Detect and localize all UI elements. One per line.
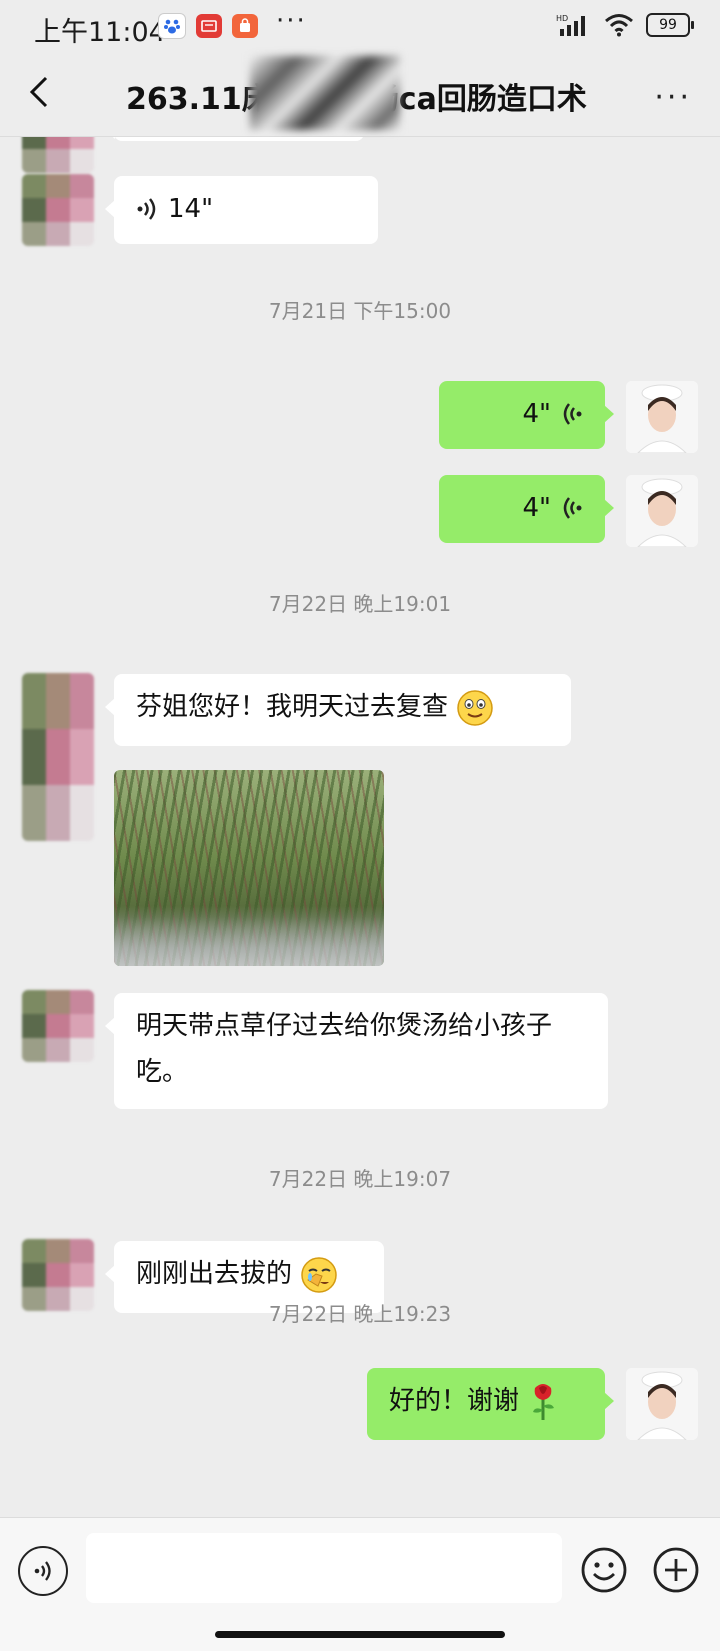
self-avatar[interactable] — [626, 1368, 698, 1440]
status-time: 上午11:04 — [34, 17, 166, 48]
status-indicators: HD 99 — [556, 13, 694, 37]
text-message[interactable]: 芬姐您好！我明天过去复查 — [105, 674, 571, 746]
avatar[interactable] — [22, 990, 94, 1062]
facepalm-emoji-icon — [301, 1256, 338, 1293]
voice-wave-icon — [137, 198, 156, 220]
battery-icon: 99 — [646, 13, 694, 37]
timestamp: 7月22日 晚上19:01 — [268, 592, 452, 616]
timestamp: 7月22日 晚上19:23 — [268, 1302, 452, 1326]
title-mosaic — [250, 56, 400, 130]
message-text: 刚刚出去拔的 — [136, 1259, 293, 1289]
plus-icon[interactable] — [652, 1546, 700, 1594]
message-text: 好的！谢谢 — [389, 1386, 520, 1416]
avatar[interactable] — [22, 137, 94, 173]
voice-duration: 14" — [168, 194, 214, 224]
timestamp: 7月21日 下午15:00 — [268, 299, 452, 323]
image-content — [114, 906, 384, 966]
wifi-icon — [605, 14, 633, 37]
baidu-icon — [158, 13, 186, 39]
emoji-icon[interactable] — [580, 1546, 628, 1594]
home-indicator[interactable] — [215, 1631, 505, 1638]
svg-text:HD: HD — [556, 14, 568, 23]
timestamp: 7月22日 晚上19:07 — [268, 1167, 452, 1191]
self-avatar[interactable] — [626, 475, 698, 547]
message-input[interactable] — [86, 1533, 562, 1603]
avatar[interactable] — [22, 174, 94, 246]
message-text: 芬姐您好！我明天过去复查 — [136, 692, 449, 722]
self-avatar[interactable] — [626, 381, 698, 453]
voice-message-self[interactable]: 4" — [439, 381, 614, 449]
text-message-self[interactable]: 好的！谢谢 — [367, 1368, 614, 1440]
shopping-app-icon — [232, 14, 258, 38]
voice-duration: 4" — [522, 493, 551, 523]
chat-header: 263.11床林 ██ 肠ca回肠造口术 ··· — [0, 50, 720, 137]
rose-emoji-icon — [533, 1383, 555, 1420]
status-bar: 上午11:04 ··· HD 99 — [0, 0, 720, 50]
message-text: 明天带点草仔过去给你煲汤给小孩子吃。 — [136, 1011, 553, 1087]
status-app-icons — [158, 13, 258, 39]
voice-message[interactable]: 14" — [105, 176, 378, 244]
status-more-dots: ··· — [276, 6, 307, 36]
voice-duration: 4" — [522, 399, 551, 429]
signal-icon: HD — [556, 14, 585, 36]
back-arrow-icon[interactable] — [22, 72, 62, 112]
voice-message-self[interactable]: 4" — [439, 475, 614, 543]
avatar[interactable] — [22, 673, 94, 841]
message-list[interactable]: 14" 7月21日 下午15:00 4" 4" 7月22日 晚上19:01 芬姐… — [0, 137, 720, 1517]
voice-wave-icon — [563, 497, 582, 519]
text-message[interactable]: 明天带点草仔过去给你煲汤给小孩子吃。 — [105, 993, 608, 1109]
smile-emoji-icon — [457, 689, 494, 726]
more-icon[interactable]: ··· — [654, 80, 692, 115]
image-message[interactable] — [114, 770, 384, 966]
news-app-icon — [196, 14, 222, 38]
voice-wave-icon — [563, 403, 582, 425]
voice-input-icon[interactable] — [18, 1546, 68, 1596]
message-bubble-partial — [105, 137, 364, 141]
